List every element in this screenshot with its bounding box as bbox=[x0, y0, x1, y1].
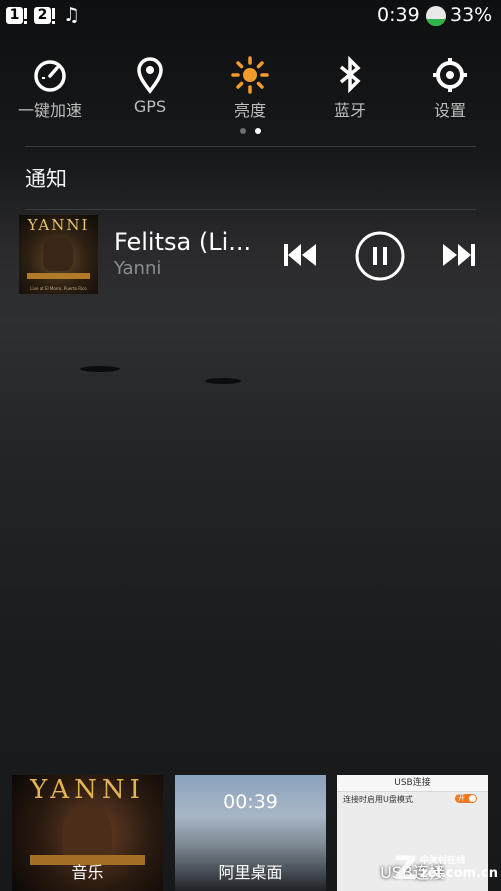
signal-icon bbox=[24, 8, 27, 24]
sim2-icon: 2 bbox=[34, 7, 51, 24]
album-art-title: YANNI bbox=[27, 216, 90, 234]
usb-toggle-label: 开 bbox=[458, 794, 465, 802]
quick-setting-label: 蓝牙 bbox=[333, 101, 366, 120]
usb-toggle-knob bbox=[469, 795, 476, 802]
watermark-logo-icon: Z bbox=[394, 849, 418, 887]
quick-setting-label: 设置 bbox=[433, 101, 466, 120]
quick-setting-boost[interactable]: 一键加速 bbox=[0, 56, 100, 121]
status-time: 0:39 bbox=[377, 4, 420, 26]
battery-level-fill bbox=[426, 19, 446, 26]
bluetooth-icon bbox=[339, 56, 361, 94]
usb-dialog-header: USB连接 bbox=[337, 775, 488, 792]
quick-setting-settings[interactable]: 设置 bbox=[400, 56, 500, 121]
divider bbox=[25, 146, 476, 147]
location-pin-icon bbox=[137, 57, 163, 94]
zol-watermark: Z 中关村在线 zol.com.cn bbox=[392, 849, 501, 891]
battery-icon bbox=[426, 6, 446, 26]
sim1-icon: 1 bbox=[6, 7, 23, 24]
divider bbox=[25, 209, 476, 210]
next-icon[interactable] bbox=[442, 243, 476, 267]
recent-app-music[interactable]: YANNI 音乐 bbox=[12, 775, 163, 891]
watermark-cn: 中关村在线 bbox=[420, 856, 466, 866]
usb-mode-toggle: 开 bbox=[455, 794, 477, 803]
quick-setting-bluetooth[interactable]: 蓝牙 bbox=[300, 56, 400, 121]
divider bbox=[25, 298, 476, 299]
quick-setting-gps[interactable]: GPS bbox=[100, 56, 200, 116]
pause-icon[interactable] bbox=[355, 231, 405, 281]
recent-app-label: 阿里桌面 bbox=[218, 863, 283, 882]
battery-percentage: 33% bbox=[450, 4, 493, 26]
background-island bbox=[205, 378, 241, 384]
quick-setting-label: 亮度 bbox=[233, 101, 266, 120]
quick-setting-label: 一键加速 bbox=[17, 101, 82, 120]
quick-setting-brightness[interactable]: 亮度 bbox=[200, 56, 300, 121]
gear-icon bbox=[433, 58, 467, 92]
watermark-url: zol.com.cn bbox=[420, 866, 498, 881]
quick-setting-label: GPS bbox=[133, 97, 167, 116]
background-island bbox=[80, 366, 120, 372]
usb-mode-row: 连接时启用U盘模式 bbox=[343, 795, 413, 804]
recent-app-ali-desktop[interactable]: 00:39 阿里桌面 bbox=[175, 775, 326, 891]
artist-name: Yanni bbox=[114, 258, 162, 279]
recent-app-art-text: YANNI bbox=[30, 775, 145, 805]
brightness-sun-icon bbox=[231, 56, 269, 94]
page-indicator-dot-active bbox=[255, 128, 261, 134]
previous-icon[interactable] bbox=[283, 243, 317, 267]
album-art-subtitle: Live at El Morro, Puerto Rico bbox=[30, 286, 87, 291]
speedometer-icon bbox=[34, 60, 66, 92]
signal-icon bbox=[52, 8, 55, 24]
album-art: YANNI Live at El Morro, Puerto Rico bbox=[19, 215, 98, 294]
music-note-icon: ♫ bbox=[63, 4, 81, 26]
song-title: Felitsa (Li... bbox=[114, 228, 252, 256]
recent-app-clock: 00:39 bbox=[223, 791, 278, 813]
page-indicator-dot bbox=[240, 128, 246, 134]
notifications-heading: 通知 bbox=[25, 167, 67, 191]
recent-app-label: 音乐 bbox=[71, 863, 104, 882]
album-artist-figure bbox=[43, 237, 73, 271]
status-bar: 1 2 ♫ 0:39 33% bbox=[0, 0, 501, 33]
album-piano bbox=[27, 273, 90, 279]
